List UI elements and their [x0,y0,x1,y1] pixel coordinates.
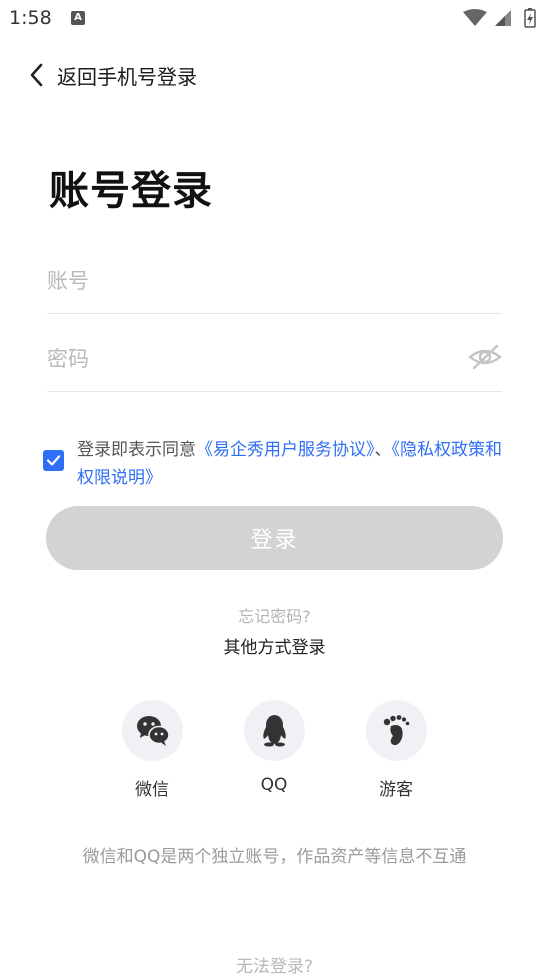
wechat-circle [121,700,183,761]
eye-off-icon[interactable] [468,343,502,371]
back-button[interactable]: 返回手机号登录 [27,60,197,90]
signal-battery-icons [463,8,536,28]
wifi-icon [463,9,487,26]
service-agreement-link[interactable]: 《易企秀用户服务协议》 [196,440,375,460]
footprint-icon [383,715,409,746]
password-field [47,314,502,392]
agreement-checkbox[interactable] [43,450,64,471]
check-icon [46,455,61,466]
qq-label: QQ [260,775,288,795]
qq-login-button[interactable]: QQ [234,700,314,795]
guest-label: 游客 [379,780,413,800]
account-notice: 微信和QQ是两个独立账号，作品资产等信息不互通 [82,847,467,867]
status-bar: 1:58 A [0,0,549,36]
guest-login-button[interactable]: 游客 [356,700,436,800]
qq-circle [243,700,305,761]
chevron-left-icon [30,63,43,87]
agreement-separator: 、 [374,440,392,460]
page-title: 账号登录 [49,168,213,214]
cannot-login-link[interactable]: 无法登录? [0,952,549,977]
password-input[interactable] [47,347,447,371]
wechat-label: 微信 [135,780,169,800]
agreement-text: 登录即表示同意《易企秀用户服务协议》、《隐私权政策和权限说明》 [77,436,509,492]
guest-circle [365,700,427,761]
qq-icon [262,715,286,747]
login-button[interactable]: 登录 [46,506,503,570]
status-time: 1:58 [9,7,52,29]
account-input[interactable] [47,269,447,293]
wechat-icon [136,716,170,746]
account-field [47,236,502,314]
notification-icon: A [71,11,85,25]
wechat-login-button[interactable]: 微信 [112,700,192,800]
agreement-prefix: 登录即表示同意 [77,440,196,460]
other-methods-title: 其他方式登录 [223,638,326,658]
forgot-password-link[interactable]: 忘记密码? [0,603,549,627]
back-label: 返回手机号登录 [57,64,197,89]
